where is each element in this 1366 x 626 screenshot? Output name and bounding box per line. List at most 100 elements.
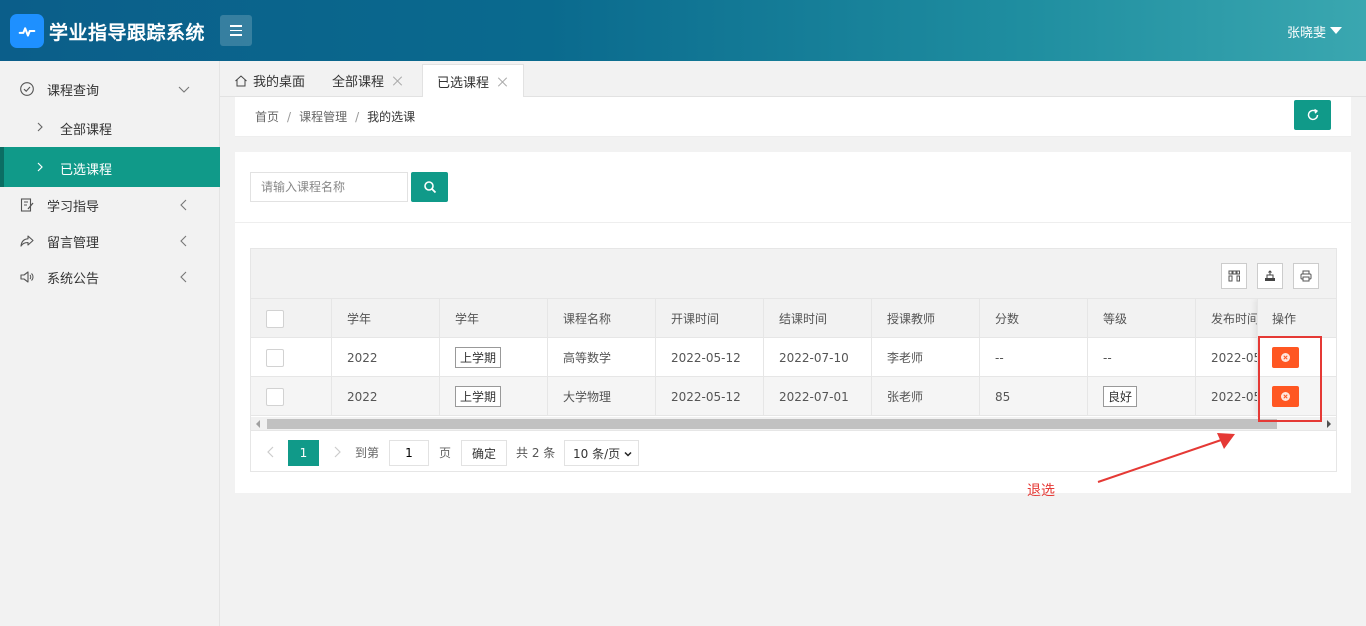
- score-cell: 85: [980, 377, 1088, 416]
- confirm-page-button[interactable]: 确定: [461, 440, 507, 466]
- caret-down-icon[interactable]: [1330, 27, 1342, 34]
- print-icon: [1300, 270, 1312, 282]
- breadcrumb-separator: /: [355, 110, 360, 124]
- page-number-input[interactable]: [389, 440, 429, 466]
- sidebar-item-label: 全部课程: [60, 123, 113, 138]
- page-size-value: 10 条/页: [573, 446, 621, 461]
- app-header: 学业指导跟踪系统 张晓斐: [0, 0, 1366, 61]
- term-tag: 上学期: [455, 386, 502, 407]
- term-tag: 上学期: [455, 347, 502, 368]
- tab-all-courses[interactable]: 全部课程: [332, 64, 403, 97]
- course-name-search-input[interactable]: [250, 172, 408, 202]
- export-button[interactable]: [1257, 263, 1283, 289]
- close-icon[interactable]: [393, 76, 403, 86]
- app-title: 学业指导跟踪系统: [49, 22, 206, 44]
- header-cell: 分数: [980, 299, 1088, 338]
- term-cell: 上学期: [440, 377, 548, 416]
- sidebar-item-course-query[interactable]: 课程查询: [0, 71, 220, 107]
- sidebar-item-study-guidance[interactable]: 学习指导: [0, 187, 220, 223]
- sidebar-item-label: 留言管理: [47, 235, 100, 251]
- end-date-cell: 2022-07-10: [764, 338, 872, 377]
- breadcrumb-bar: 首页 / 课程管理 / 我的选课: [235, 97, 1351, 137]
- header-cell: 学年: [332, 299, 440, 338]
- grade-cell: --: [1088, 338, 1196, 377]
- menu-toggle-button[interactable]: [220, 15, 252, 46]
- sidebar-item-label: 学习指导: [47, 199, 100, 215]
- annotation-arrow-icon: [1097, 433, 1235, 483]
- page-size-select[interactable]: 10 条/页: [564, 440, 639, 466]
- sidebar: 课程查询 全部课程 已选课程 学习指导 留言管理 系统公告: [0, 61, 220, 626]
- goto-label: 到第: [355, 446, 380, 460]
- end-date-cell: 2022-07-01: [764, 377, 872, 416]
- grade-cell: 良好: [1088, 377, 1196, 416]
- breadcrumb: 首页 / 课程管理 / 我的选课: [255, 108, 415, 125]
- columns-icon: [1228, 270, 1240, 282]
- sidebar-item-all-courses[interactable]: 全部课程: [0, 107, 220, 147]
- year-cell: 2022: [332, 338, 440, 377]
- refresh-button[interactable]: [1294, 100, 1331, 130]
- prev-page-icon[interactable]: [265, 446, 277, 458]
- tab-label: 已选课程: [437, 76, 490, 91]
- year-cell: 2022: [332, 377, 440, 416]
- header-cell: 操作: [1258, 299, 1336, 338]
- tab-label: 我的桌面: [253, 75, 306, 90]
- header-cell: 授课教师: [872, 299, 980, 338]
- sidebar-item-label: 系统公告: [47, 271, 100, 287]
- scroll-left-arrow-icon[interactable]: [256, 420, 260, 428]
- annotation-label: 退选: [1027, 483, 1055, 499]
- table-row: 2022 上学期 大学物理 2022-05-12 2022-07-01 张老师 …: [251, 377, 1336, 416]
- header-cell: 开课时间: [656, 299, 764, 338]
- tab-selected-courses[interactable]: 已选课程: [422, 64, 524, 98]
- chevron-left-icon: [180, 235, 187, 247]
- sidebar-item-label: 已选课程: [60, 163, 113, 178]
- row-checkbox[interactable]: [266, 348, 284, 367]
- scroll-right-arrow-icon[interactable]: [1327, 420, 1331, 428]
- share-arrow-icon: [20, 235, 34, 247]
- term-cell: 上学期: [440, 338, 548, 377]
- table-row: 2022 上学期 高等数学 2022-05-12 2022-07-10 李老师 …: [251, 338, 1336, 377]
- start-date-cell: 2022-05-12: [656, 338, 764, 377]
- total-count: 共 2 条: [516, 446, 556, 460]
- print-button[interactable]: [1293, 263, 1319, 289]
- header-checkbox-cell: [251, 299, 332, 338]
- tab-bar: 我的桌面 全部课程 已选课程: [220, 61, 1366, 98]
- app-logo-icon: [10, 14, 44, 48]
- chevron-down-icon: [624, 451, 632, 457]
- breadcrumb-separator: /: [287, 110, 292, 124]
- next-page-icon[interactable]: [331, 446, 343, 458]
- tab-my-desktop[interactable]: 我的桌面: [234, 64, 305, 97]
- page-label: 页: [439, 446, 452, 460]
- chevron-right-icon: [37, 162, 43, 172]
- sidebar-item-selected-courses[interactable]: 已选课程: [0, 147, 220, 187]
- table-grid: 学年 学年 课程名称 开课时间 结课时间 授课教师 分数 等级 发布时间 202…: [251, 299, 1336, 417]
- chevron-down-icon: [178, 86, 190, 93]
- row-checkbox-cell: [251, 377, 332, 416]
- speaker-icon: [20, 271, 34, 283]
- table-toolbar: [251, 249, 1336, 299]
- sidebar-item-message-management[interactable]: 留言管理: [0, 223, 220, 259]
- columns-filter-button[interactable]: [1221, 263, 1247, 289]
- select-all-checkbox[interactable]: [266, 309, 284, 328]
- chevron-left-icon: [180, 271, 187, 283]
- search-button[interactable]: [411, 172, 448, 202]
- course-name-cell: 大学物理: [548, 377, 656, 416]
- edit-note-icon: [20, 198, 34, 212]
- header-cell: 结课时间: [764, 299, 872, 338]
- current-page-button[interactable]: 1: [288, 440, 319, 466]
- breadcrumb-home[interactable]: 首页: [255, 110, 279, 124]
- table-header-row: 学年 学年 课程名称 开课时间 结课时间 授课教师 分数 等级 发布时间: [251, 299, 1336, 338]
- sidebar-item-system-notice[interactable]: 系统公告: [0, 259, 220, 295]
- check-circle-icon: [20, 82, 34, 96]
- row-checkbox[interactable]: [266, 387, 284, 406]
- home-icon: [235, 74, 247, 86]
- breadcrumb-section[interactable]: 课程管理: [299, 110, 347, 124]
- export-icon: [1265, 270, 1275, 281]
- refresh-icon: [1307, 108, 1318, 121]
- breadcrumb-current: 我的选课: [367, 110, 416, 124]
- score-cell: --: [980, 338, 1088, 377]
- header-cell: 学年: [440, 299, 548, 338]
- close-icon[interactable]: [498, 77, 508, 87]
- user-name[interactable]: 张晓斐: [1287, 22, 1326, 41]
- annotation-highlight-box: [1258, 336, 1322, 422]
- course-name-cell: 高等数学: [548, 338, 656, 377]
